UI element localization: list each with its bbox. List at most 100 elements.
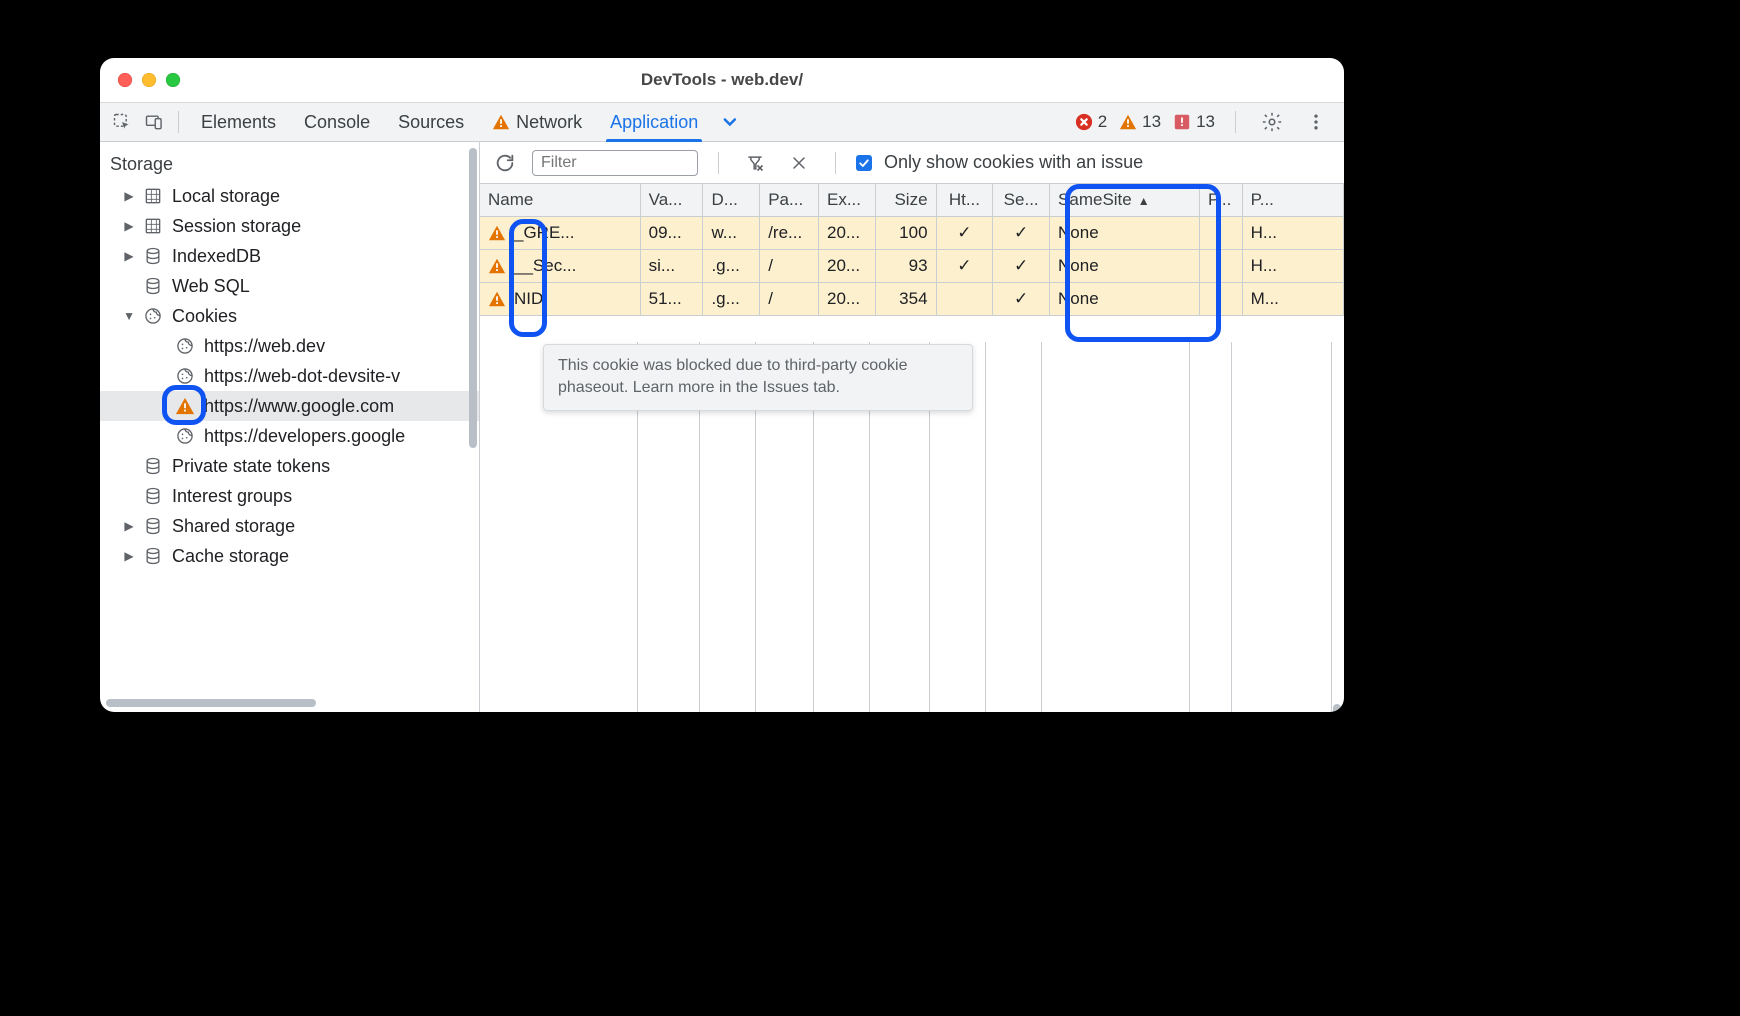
cookie-name: __Sec... [514, 256, 576, 276]
sidebar-item[interactable]: ▶https://web-dot-devsite-v [100, 361, 479, 391]
cookie-icon [174, 365, 196, 387]
cell-samesite: None [1050, 217, 1200, 250]
tab-network[interactable]: Network [478, 103, 596, 141]
cell-path: /re... [760, 217, 819, 250]
table-row[interactable]: NID51....g.../20...354✓NoneM... [480, 283, 1344, 316]
sidebar-item-label: https://developers.google [204, 426, 405, 447]
cell-path: / [760, 283, 819, 316]
expand-arrow-icon[interactable]: ▶ [124, 189, 134, 203]
sidebar-item[interactable]: ▶ Local storage [100, 181, 479, 211]
refresh-icon[interactable] [490, 148, 520, 178]
cell-value: si... [640, 250, 703, 283]
settings-icon[interactable] [1256, 106, 1288, 138]
column-header[interactable]: P... [1242, 184, 1343, 217]
cell-http: ✓ [936, 217, 993, 250]
sort-ascending-icon: ▲ [1138, 194, 1150, 208]
table-vertical-scrollbar[interactable] [1333, 704, 1341, 712]
column-header[interactable]: Size [875, 184, 936, 217]
cookie-icon [174, 335, 196, 357]
column-header[interactable]: Ex... [818, 184, 875, 217]
cell-secure: ✓ [993, 283, 1050, 316]
tab-console[interactable]: Console [290, 103, 384, 141]
sidebar-item-label: Private state tokens [172, 456, 330, 477]
cell-name: __Sec... [480, 250, 640, 283]
sidebar-item-label: https://web.dev [204, 336, 325, 357]
clear-all-icon[interactable] [783, 147, 815, 179]
table-row[interactable]: __Sec...si....g.../20...93✓✓NoneH... [480, 250, 1344, 283]
sidebar-item[interactable]: ▶https://developers.google [100, 421, 479, 451]
db-icon [142, 455, 164, 477]
expand-arrow-icon[interactable]: ▶ [124, 219, 134, 233]
collapse-arrow-icon[interactable]: ▼ [124, 309, 134, 323]
column-header[interactable]: Pa... [760, 184, 819, 217]
device-toolbar-icon[interactable] [138, 106, 170, 138]
sidebar-horizontal-scrollbar[interactable] [100, 698, 479, 712]
cell-size: 100 [875, 217, 936, 250]
cell-domain: .g... [703, 250, 760, 283]
column-header[interactable]: P... [1200, 184, 1243, 217]
warning-count[interactable]: 13 [1119, 112, 1161, 132]
expand-arrow-icon[interactable]: ▶ [124, 549, 134, 563]
sidebar-item[interactable]: ▶Session storage [100, 211, 479, 241]
filter-input[interactable] [532, 150, 698, 176]
maximize-window-button[interactable] [166, 73, 180, 87]
issue-count-value: 13 [1196, 112, 1215, 132]
sidebar-item-label: Web SQL [172, 276, 250, 297]
cell-expires: 20... [818, 217, 875, 250]
sidebar-item[interactable]: ▶Web SQL [100, 271, 479, 301]
cookie-blocked-tooltip: This cookie was blocked due to third-par… [543, 344, 973, 411]
cookie-icon [174, 425, 196, 447]
sidebar-item-label: Cache storage [172, 546, 289, 567]
sidebar-item[interactable]: ▶IndexedDB [100, 241, 479, 271]
sidebar-item[interactable]: ▶Private state tokens [100, 451, 479, 481]
issue-count[interactable]: 13 [1173, 112, 1215, 132]
column-header[interactable]: SameSite▲ [1050, 184, 1200, 217]
sidebar-item[interactable]: ▼Cookies [100, 301, 479, 331]
cookies-table-wrap: NameVa...D...Pa...Ex...SizeHt...Se...Sam… [480, 184, 1344, 712]
column-header[interactable]: Name [480, 184, 640, 217]
column-header[interactable]: Ht... [936, 184, 993, 217]
sidebar-item-label: Shared storage [172, 516, 295, 537]
clear-filter-icon[interactable] [739, 147, 771, 179]
inspect-element-icon[interactable] [106, 106, 138, 138]
titlebar: DevTools - web.dev/ [100, 58, 1344, 102]
column-header[interactable]: Se... [993, 184, 1050, 217]
table-row[interactable]: _GRE...09...w.../re...20...100✓✓NoneH... [480, 217, 1344, 250]
tab-label: Application [610, 112, 698, 133]
sidebar-item[interactable]: ▶https://web.dev [100, 331, 479, 361]
expand-arrow-icon[interactable]: ▶ [124, 519, 134, 533]
sidebar-item-label: Interest groups [172, 486, 292, 507]
sidebar-item[interactable]: ▶https://www.google.com [100, 391, 479, 421]
expand-arrow-icon[interactable]: ▶ [124, 249, 134, 263]
column-header[interactable]: Va... [640, 184, 703, 217]
more-options-icon[interactable] [1300, 106, 1332, 138]
cell-name: NID [480, 283, 640, 316]
only-issues-checkbox[interactable] [856, 155, 872, 171]
column-header[interactable]: D... [703, 184, 760, 217]
sidebar-item-label: Local storage [172, 186, 280, 207]
sidebar-vertical-scrollbar[interactable] [469, 148, 477, 448]
minimize-window-button[interactable] [142, 73, 156, 87]
cell-priority: H... [1242, 250, 1343, 283]
cookies-panel: Only show cookies with an issue NameVa..… [480, 142, 1344, 712]
sidebar-item[interactable]: ▶Interest groups [100, 481, 479, 511]
error-count[interactable]: 2 [1075, 112, 1107, 132]
warning-count-value: 13 [1142, 112, 1161, 132]
sidebar-item-label: https://web-dot-devsite-v [204, 366, 400, 387]
tab-label: Sources [398, 112, 464, 133]
tab-elements[interactable]: Elements [187, 103, 290, 141]
tab-application[interactable]: Application [596, 103, 712, 141]
more-tabs-button[interactable] [712, 112, 746, 132]
sidebar-item[interactable]: ▶ Shared storage [100, 511, 479, 541]
sidebar-item[interactable]: ▶ Cache storage [100, 541, 479, 571]
content-split: Storage ▶Local storage▶Session storage▶I… [100, 142, 1344, 712]
cell-domain: .g... [703, 283, 760, 316]
tab-sources[interactable]: Sources [384, 103, 478, 141]
warning-icon [488, 290, 506, 308]
close-window-button[interactable] [118, 73, 132, 87]
sidebar-section-title: Storage [100, 148, 479, 181]
cookie-name: _GRE... [514, 223, 574, 243]
cell-secure: ✓ [993, 217, 1050, 250]
cookies-table: NameVa...D...Pa...Ex...SizeHt...Se...Sam… [480, 184, 1344, 316]
tab-label: Elements [201, 112, 276, 133]
